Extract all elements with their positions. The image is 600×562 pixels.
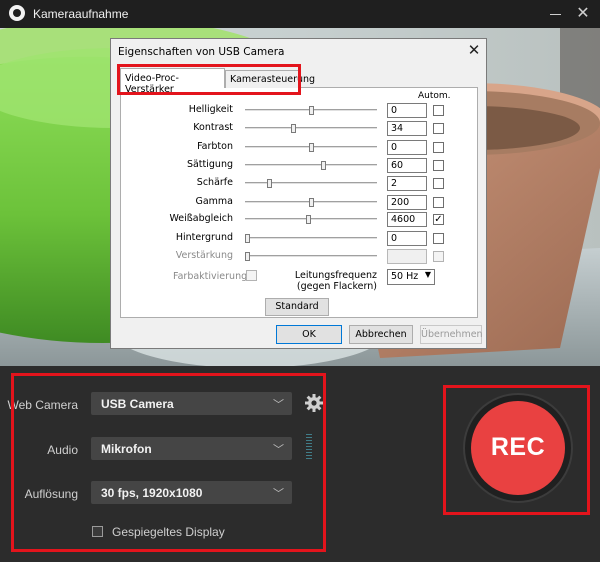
auto-checkbox[interactable] bbox=[433, 142, 444, 153]
property-value-input[interactable]: 200 bbox=[387, 195, 427, 210]
default-button[interactable]: Standard bbox=[265, 298, 329, 316]
property-value-input[interactable]: 0 bbox=[387, 231, 427, 246]
power-line-frequency-label: Leitungsfrequenz (gegen Flackern) bbox=[277, 270, 377, 292]
slider-thumb[interactable] bbox=[245, 252, 250, 261]
auto-checkbox[interactable] bbox=[433, 123, 444, 134]
apply-button[interactable]: Übernehmen bbox=[420, 325, 483, 344]
property-slider[interactable] bbox=[245, 234, 377, 243]
color-enable-label: Farbaktivierung bbox=[173, 271, 248, 282]
tabs-highlight-box bbox=[117, 64, 301, 95]
webcam-icon bbox=[9, 5, 25, 21]
window-title: Kameraaufnahme bbox=[33, 7, 129, 21]
property-label: Hintergrund bbox=[175, 232, 233, 243]
slider-thumb[interactable] bbox=[309, 106, 314, 115]
slider-thumb[interactable] bbox=[267, 179, 272, 188]
property-value-input[interactable]: 60 bbox=[387, 158, 427, 173]
slider-thumb[interactable] bbox=[245, 234, 250, 243]
property-value-input[interactable]: 4600 bbox=[387, 212, 427, 227]
close-button[interactable]: ✕ bbox=[574, 5, 592, 23]
ok-button[interactable]: OK bbox=[276, 325, 342, 344]
power-line-frequency-label-text: Leitungsfrequenz (gegen Flackern) bbox=[294, 270, 377, 292]
property-slider[interactable] bbox=[245, 215, 377, 224]
property-label: Sättigung bbox=[186, 159, 233, 170]
property-label: Schärfe bbox=[196, 177, 233, 188]
dialog-title: Eigenschaften von USB Camera bbox=[118, 46, 285, 58]
property-label: Kontrast bbox=[193, 122, 233, 133]
title-bar: Kameraaufnahme ✕ bbox=[0, 0, 600, 28]
property-slider[interactable] bbox=[245, 143, 377, 152]
property-value-input[interactable]: 34 bbox=[387, 121, 427, 136]
property-label: Weißabgleich bbox=[169, 213, 233, 224]
auto-column-header: Autom. bbox=[418, 91, 451, 101]
record-button-label: REC bbox=[490, 433, 546, 461]
auto-checkbox[interactable] bbox=[433, 160, 444, 171]
property-slider[interactable] bbox=[245, 161, 377, 170]
auto-checkbox[interactable] bbox=[433, 251, 444, 262]
record-button[interactable]: REC bbox=[471, 401, 565, 495]
property-value-input[interactable]: 0 bbox=[387, 140, 427, 155]
property-slider[interactable] bbox=[245, 252, 377, 261]
color-enable-checkbox[interactable] bbox=[246, 270, 257, 281]
property-value-input[interactable]: 0 bbox=[387, 103, 427, 118]
slider-thumb[interactable] bbox=[306, 215, 311, 224]
auto-checkbox[interactable] bbox=[433, 233, 444, 244]
property-label: Farbton bbox=[197, 141, 233, 152]
slider-thumb[interactable] bbox=[309, 198, 314, 207]
property-slider[interactable] bbox=[245, 179, 377, 188]
property-slider[interactable] bbox=[245, 124, 377, 133]
camera-app-window: Kameraaufnahme ✕ Eigenschaften von USB C… bbox=[0, 0, 600, 562]
property-value-input[interactable] bbox=[387, 249, 427, 264]
cancel-button[interactable]: Abbrechen bbox=[349, 325, 413, 344]
property-slider[interactable] bbox=[245, 198, 377, 207]
chevron-down-icon: ▼ bbox=[424, 270, 431, 279]
property-label: Verstärkung bbox=[175, 250, 233, 261]
dialog-close-button[interactable]: ✕ bbox=[465, 41, 483, 59]
power-line-frequency-select[interactable]: 50 Hz ▼ bbox=[387, 269, 435, 285]
slider-thumb[interactable] bbox=[291, 124, 296, 133]
auto-checkbox[interactable]: ✓ bbox=[433, 214, 444, 225]
property-label: Gamma bbox=[195, 196, 233, 207]
auto-checkbox[interactable] bbox=[433, 178, 444, 189]
minimize-button[interactable] bbox=[547, 5, 565, 23]
settings-highlight-box bbox=[11, 373, 326, 552]
slider-thumb[interactable] bbox=[321, 161, 326, 170]
power-line-frequency-value: 50 Hz bbox=[391, 271, 419, 282]
auto-checkbox[interactable] bbox=[433, 105, 444, 116]
auto-checkbox[interactable] bbox=[433, 197, 444, 208]
slider-thumb[interactable] bbox=[309, 143, 314, 152]
property-value-input[interactable]: 2 bbox=[387, 176, 427, 191]
property-slider[interactable] bbox=[245, 106, 377, 115]
property-label: Helligkeit bbox=[188, 104, 233, 115]
